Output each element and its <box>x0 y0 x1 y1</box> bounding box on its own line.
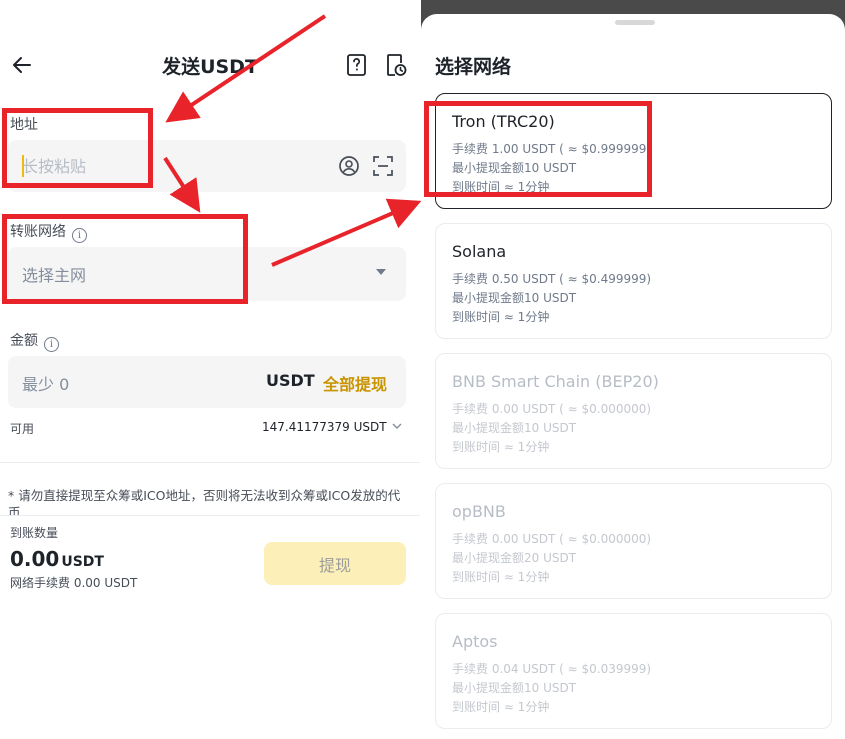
receive-value: 0.00 <box>10 547 60 571</box>
address-label: 地址 <box>10 117 38 133</box>
contact-icon[interactable] <box>338 155 360 177</box>
amount-unit: USDT <box>266 371 315 390</box>
dropdown-icon <box>376 269 386 275</box>
receive-label: 到账数量 <box>10 526 59 540</box>
send-panel: 发送USDT 地址 长按粘贴 转账网络 i 选择主网 金额 i 最少 0 USD… <box>0 0 420 739</box>
network-option-tron[interactable]: Tron (TRC20) 手续费 1.00 USDT ( ≈ $0.999999… <box>435 93 832 209</box>
ico-warning: * 请勿直接提现至众筹或ICO地址，否则将无法收到众筹或ICO发放的代币 <box>8 488 401 515</box>
info-icon[interactable]: i <box>44 337 59 352</box>
network-name: opBNB <box>452 502 506 521</box>
network-min-withdraw: 最小提现金额10 USDT <box>452 161 577 175</box>
network-name: Aptos <box>452 632 498 651</box>
bottom-sheet: 选择网络 Tron (TRC20) 手续费 1.00 USDT ( ≈ $0.9… <box>421 14 845 739</box>
network-label: 转账网络 i <box>10 221 87 243</box>
help-book-icon[interactable] <box>346 53 368 77</box>
network-min-withdraw: 最小提现金额20 USDT <box>452 551 577 565</box>
withdraw-all-button[interactable]: 全部提现 <box>323 371 387 395</box>
network-fee: 手续费 0.50 USDT ( ≈ $0.499999) <box>452 272 652 286</box>
amount-field[interactable]: 最少 0 USDT 全部提现 <box>8 356 406 408</box>
available-value[interactable]: 147.41177379 USDT <box>262 420 387 434</box>
scan-icon[interactable] <box>372 155 394 177</box>
network-fee: 手续费 0.04 USDT ( ≈ $0.039999) <box>452 662 652 676</box>
sheet-title: 选择网络 <box>435 56 512 78</box>
network-arrival-time: 到账时间 ≈ 1分钟 <box>452 440 550 454</box>
network-label-text: 转账网络 <box>10 224 66 240</box>
network-fee: 手续费 0.00 USDT ( ≈ $0.000000) <box>452 402 652 416</box>
chevron-down-icon[interactable] <box>392 421 402 431</box>
network-fee: 手续费 0.00 USDT ( ≈ $0.000000) <box>452 532 652 546</box>
top-bar: 发送USDT <box>0 40 420 90</box>
network-option-opbnb: opBNB 手续费 0.00 USDT ( ≈ $0.000000) 最小提现金… <box>435 483 832 599</box>
network-fee: 手续费 1.00 USDT ( ≈ $0.999999) <box>452 142 652 156</box>
bottom-bar: 到账数量 0.00 USDT 网络手续费 0.00 USDT 提现 <box>0 515 420 739</box>
network-fee: 网络手续费 0.00 USDT <box>10 576 138 590</box>
receive-amount: 0.00 USDT <box>10 547 104 571</box>
network-option-solana[interactable]: Solana 手续费 0.50 USDT ( ≈ $0.499999) 最小提现… <box>435 223 832 339</box>
network-name: BNB Smart Chain (BEP20) <box>452 372 659 391</box>
network-name: Solana <box>452 242 507 261</box>
network-panel: 选择网络 Tron (TRC20) 手续费 1.00 USDT ( ≈ $0.9… <box>421 0 845 739</box>
amount-label-text: 金额 <box>10 333 38 349</box>
network-option-aptos: Aptos 手续费 0.04 USDT ( ≈ $0.039999) 最小提现金… <box>435 613 832 729</box>
amount-label: 金额 i <box>10 330 59 352</box>
network-arrival-time: 到账时间 ≈ 1分钟 <box>452 570 550 584</box>
sheet-handle[interactable] <box>615 20 655 25</box>
history-icon[interactable] <box>385 53 407 77</box>
network-min-withdraw: 最小提现金额10 USDT <box>452 681 577 695</box>
network-select[interactable]: 选择主网 <box>8 247 406 301</box>
network-name: Tron (TRC20) <box>452 112 555 131</box>
amount-placeholder: 最少 0 <box>22 375 70 394</box>
address-input[interactable] <box>22 140 322 192</box>
network-arrival-time: 到账时间 ≈ 1分钟 <box>452 180 550 194</box>
network-placeholder: 选择主网 <box>22 266 87 285</box>
address-field <box>8 140 406 192</box>
info-icon[interactable]: i <box>72 228 87 243</box>
screen: 发送USDT 地址 长按粘贴 转账网络 i 选择主网 金额 i 最少 0 USD… <box>0 0 845 739</box>
available-label: 可用 <box>10 422 35 436</box>
withdraw-button[interactable]: 提现 <box>264 542 406 585</box>
network-option-bnb-smart-chain: BNB Smart Chain (BEP20) 手续费 0.00 USDT ( … <box>435 353 832 469</box>
divider <box>0 462 420 463</box>
network-arrival-time: 到账时间 ≈ 1分钟 <box>452 700 550 714</box>
network-min-withdraw: 最小提现金额10 USDT <box>452 291 577 305</box>
receive-unit: USDT <box>61 554 104 570</box>
network-min-withdraw: 最小提现金额10 USDT <box>452 421 577 435</box>
network-arrival-time: 到账时间 ≈ 1分钟 <box>452 310 550 324</box>
